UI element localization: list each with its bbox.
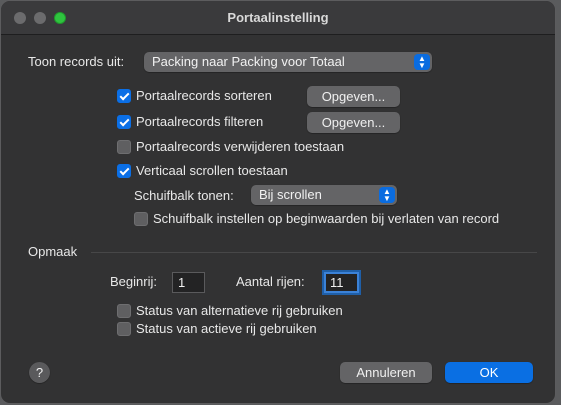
help-button[interactable]: ? [29,362,50,383]
cancel-button[interactable]: Annuleren [340,362,432,383]
allow-delete-label: Portaalrecords verwijderen toestaan [136,139,345,154]
alternate-row-checkbox[interactable] [117,304,131,318]
allow-delete-checkbox[interactable] [117,140,131,154]
filter-specify-button[interactable]: Opgeven... [307,112,400,133]
filter-label: Portaalrecords filteren [136,114,264,129]
sort-specify-button[interactable]: Opgeven... [307,86,400,107]
title-bar: Portaalinstelling [1,1,555,35]
section-divider [91,252,537,253]
start-row-label: Beginrij: [110,274,157,289]
reset-scrollbar-label: Schuifbalk instellen op beginwaarden bij… [153,211,500,226]
sort-checkbox[interactable] [117,89,131,103]
scrollbar-show-popup[interactable]: Bij scrollen ▲ ▼ [251,185,397,205]
filter-checkbox[interactable] [117,115,131,129]
reset-scrollbar-checkbox[interactable] [134,212,148,226]
popup-arrows-icon: ▲ ▼ [414,54,430,70]
vertical-scroll-checkbox[interactable] [117,164,131,178]
active-row-checkbox[interactable] [117,322,131,336]
portal-setup-dialog: Portaalinstelling Toon records uit: Pack… [0,0,556,404]
ok-button[interactable]: OK [445,362,533,383]
scrollbar-show-value: Bij scrollen [259,187,322,202]
row-count-label: Aantal rijen: [236,274,305,289]
vertical-scroll-label: Verticaal scrollen toestaan [136,163,288,178]
active-row-label: Status van actieve rij gebruiken [136,321,317,336]
start-row-field[interactable]: 1 [172,272,205,293]
show-records-value: Packing naar Packing voor Totaal [152,54,345,69]
show-records-popup[interactable]: Packing naar Packing voor Totaal ▲ ▼ [144,52,432,72]
row-count-field[interactable]: 11 [324,272,359,293]
alternate-row-label: Status van alternatieve rij gebruiken [136,303,343,318]
popup-arrows-icon: ▲ ▼ [379,187,395,203]
window-title: Portaalinstelling [227,10,329,25]
format-section-label: Opmaak [28,244,78,259]
show-records-label: Toon records uit: [28,54,125,69]
sort-label: Portaalrecords sorteren [136,88,272,103]
scrollbar-show-label: Schuifbalk tonen: [134,188,234,203]
